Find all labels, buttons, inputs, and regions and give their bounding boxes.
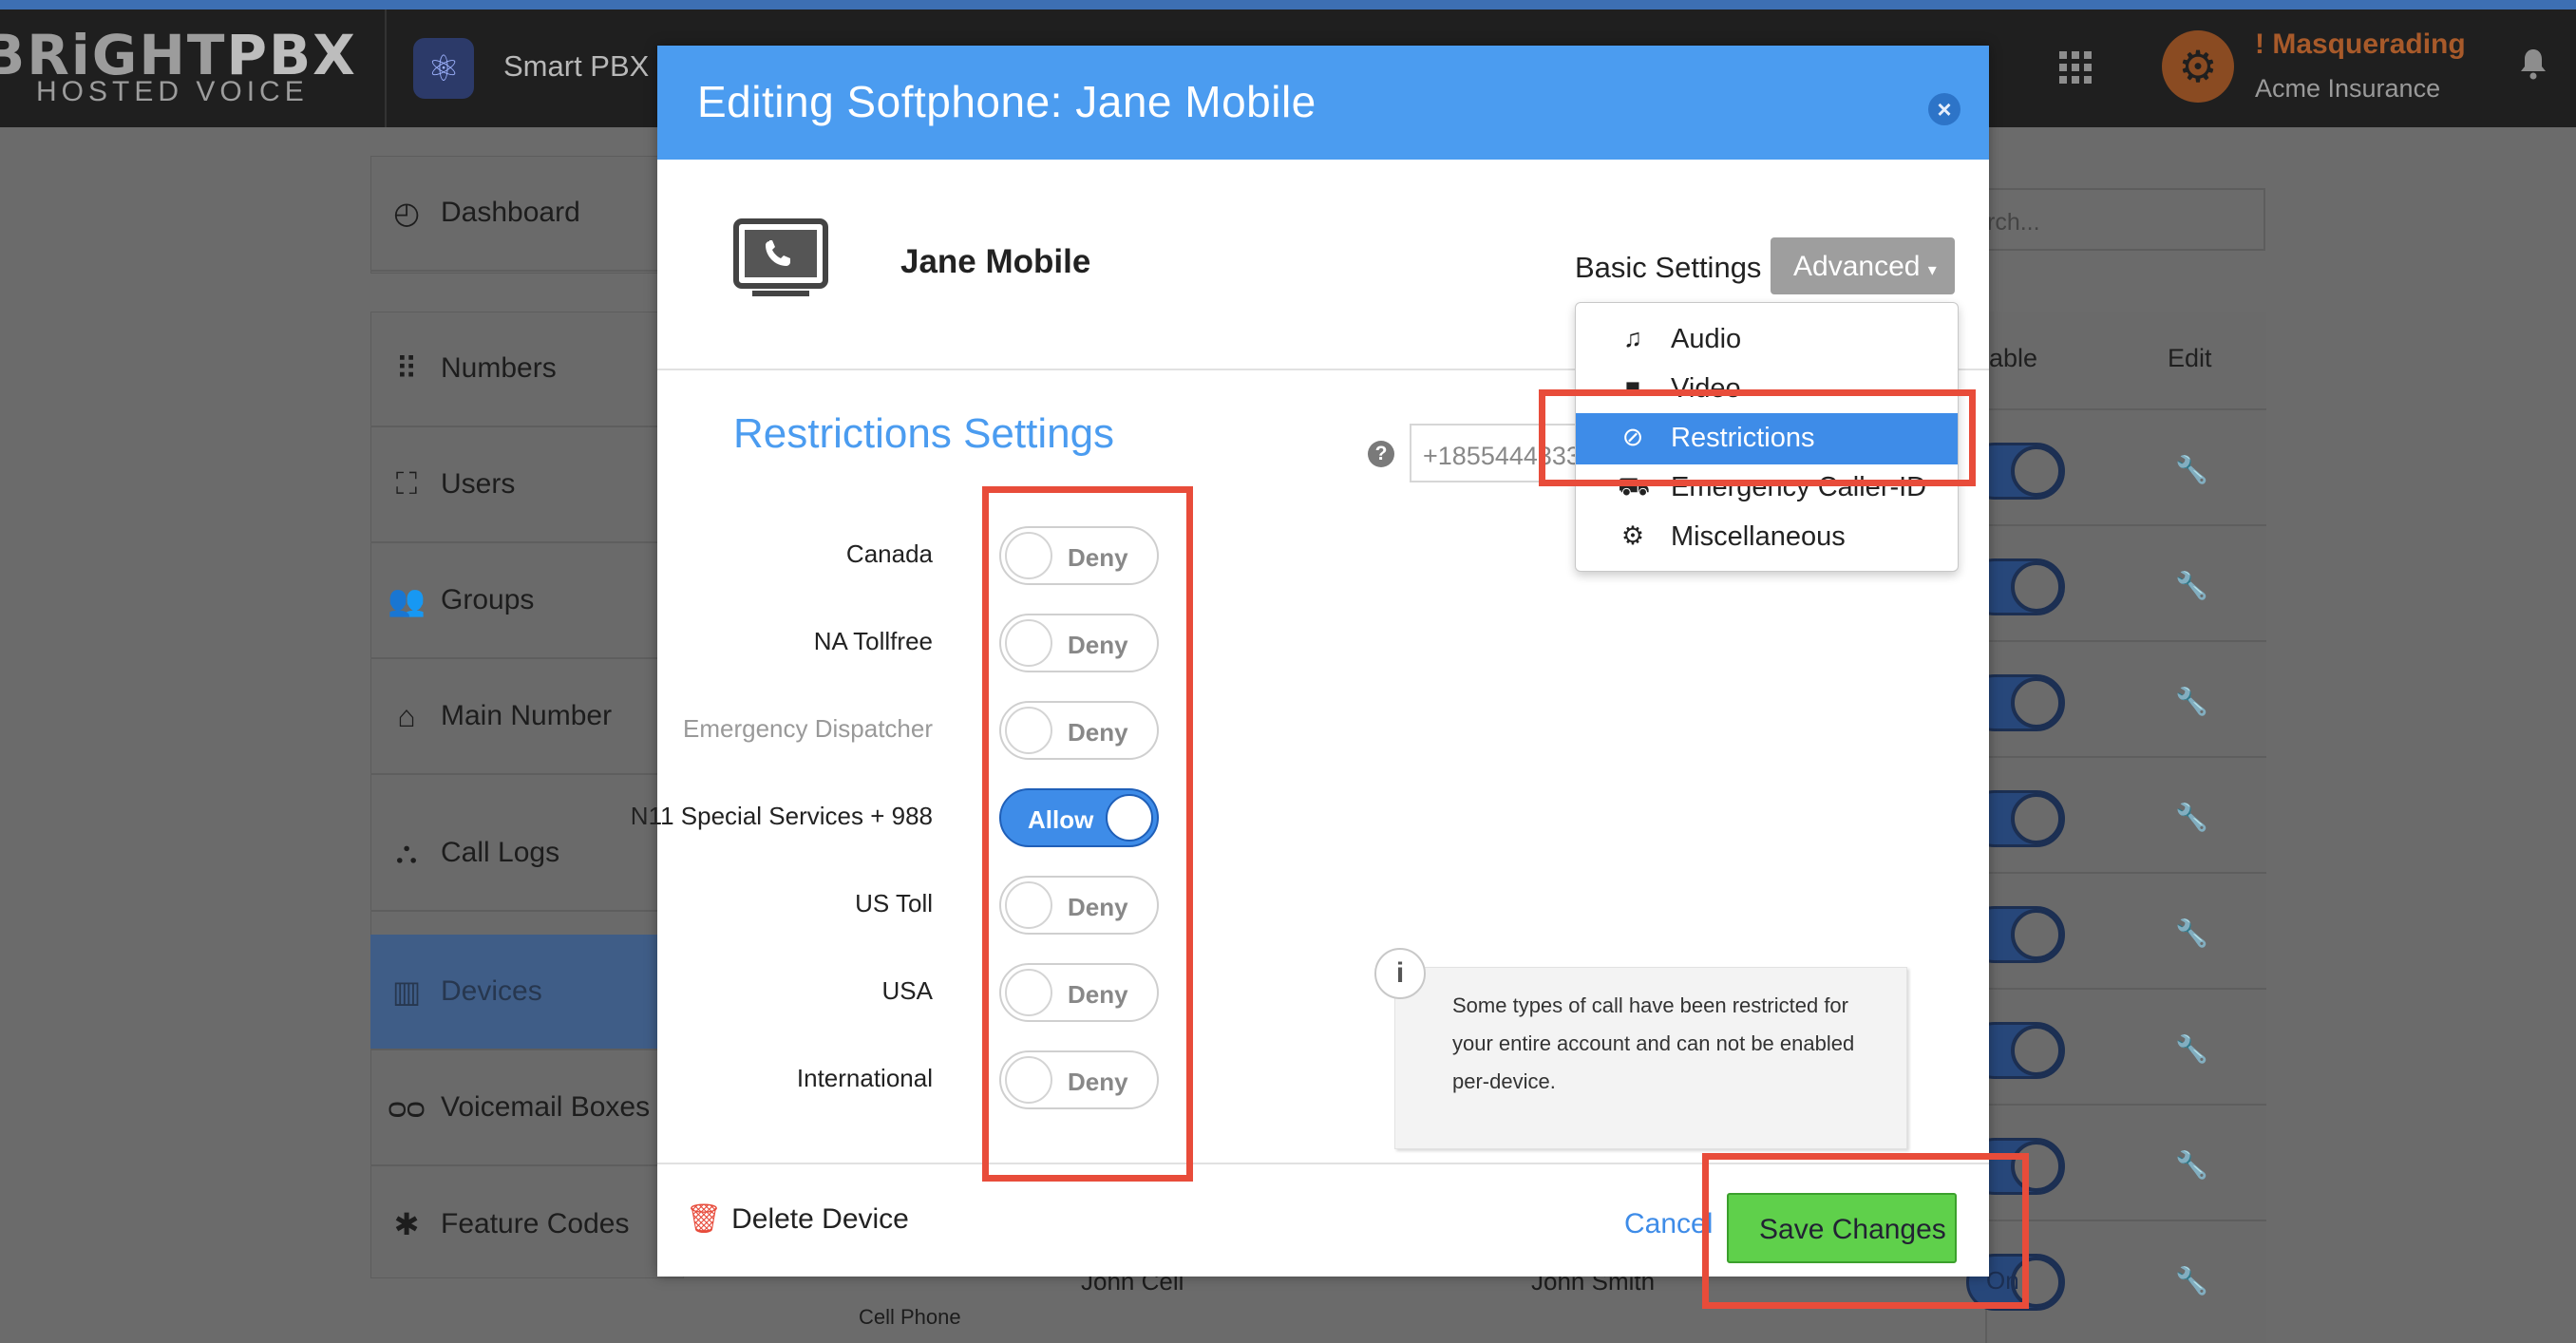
- sidebar-item-users[interactable]: ⛶ Users: [370, 427, 684, 543]
- wrench-icon[interactable]: 🔧: [2175, 1033, 2208, 1064]
- menu-item-label: Audio: [1671, 324, 1742, 354]
- gauge-icon: ◴: [393, 196, 420, 230]
- apps-grid-icon[interactable]: [2059, 51, 2092, 84]
- music-note-icon: ♫: [1622, 324, 1643, 352]
- table-row-divider: [1985, 640, 2266, 642]
- caret-down-icon: ▾: [1927, 260, 1937, 279]
- table-row-divider: [1985, 408, 2266, 410]
- edit-device-modal: Editing Softphone: Jane Mobile × Jane Mo…: [631, 46, 1989, 1277]
- delete-device-label: Delete Device: [731, 1203, 909, 1235]
- gear-icon[interactable]: ⚙: [2162, 30, 2234, 103]
- top-accent-stripe: [0, 0, 2576, 9]
- grid-icon: ⠿: [395, 351, 418, 386]
- bell-icon[interactable]: [2519, 47, 2548, 80]
- table-row-divider: [1985, 988, 2266, 990]
- menu-item-miscellaneous[interactable]: ⚙ Miscellaneous: [1576, 512, 1958, 563]
- atom-icon[interactable]: ⚛: [413, 38, 474, 99]
- sidebar-item-numbers[interactable]: ⠿ Numbers: [370, 312, 684, 427]
- voicemail-icon: ᴑᴑ: [388, 1089, 426, 1125]
- restriction-label-us-toll: US Toll: [855, 889, 933, 917]
- cancel-button[interactable]: Cancel: [1624, 1208, 1713, 1240]
- highlight-restriction-toggles: [982, 486, 1193, 1182]
- wrench-icon[interactable]: 🔧: [2175, 686, 2208, 716]
- wrench-icon[interactable]: 🔧: [2175, 1149, 2208, 1180]
- sidebar-item-label: Call Logs: [441, 837, 560, 868]
- close-icon[interactable]: ×: [1928, 93, 1960, 125]
- table-row-divider: [1985, 524, 2266, 526]
- restriction-label-na-tollfree: NA Tollfree: [813, 627, 933, 655]
- asterisk-icon: ✱: [393, 1207, 420, 1241]
- restriction-label-usa: USA: [881, 976, 933, 1005]
- advanced-dropdown-button[interactable]: Advanced ▾: [1771, 237, 1955, 294]
- topbar-divider: [385, 9, 387, 127]
- device-name: Jane Mobile: [900, 243, 1091, 280]
- sidebar-item-label: Numbers: [441, 352, 557, 384]
- users-icon: ⛶: [395, 466, 418, 501]
- column-header-enable: able: [1989, 344, 2038, 372]
- softphone-icon: [733, 218, 828, 296]
- sidebar-item-label: Groups: [441, 584, 535, 615]
- wrench-icon[interactable]: 🔧: [2175, 1265, 2208, 1296]
- highlight-save-button: [1702, 1153, 2029, 1309]
- table-row-divider: [1985, 872, 2266, 874]
- info-text: Some types of call have been restricted …: [1452, 993, 1855, 1093]
- advanced-label: Advanced: [1793, 251, 1921, 282]
- section-title: Restrictions Settings: [733, 410, 1115, 457]
- delete-device-button[interactable]: 🗑 Delete Device: [686, 1202, 909, 1236]
- sidebar-item-label: Voicemail Boxes: [441, 1091, 651, 1123]
- app-name[interactable]: Smart PBX: [503, 49, 649, 84]
- menu-item-label: Miscellaneous: [1671, 521, 1846, 552]
- wrench-icon[interactable]: 🔧: [2175, 802, 2208, 832]
- modal-title: Editing Softphone: Jane Mobile: [697, 77, 1316, 126]
- sidebar-item-label: Feature Codes: [441, 1208, 630, 1239]
- device-type-label: Cell Phone: [859, 1305, 961, 1329]
- restriction-label-canada: Canada: [845, 539, 933, 568]
- sidebar-item-feature-codes[interactable]: ✱ Feature Codes: [370, 1166, 684, 1282]
- sidebar-item-label: Users: [441, 468, 516, 500]
- logo-tagline: HOSTED VOICE: [36, 76, 309, 107]
- network-icon: ⛬: [395, 835, 418, 869]
- highlight-restrictions-menu-item: [1539, 389, 1976, 486]
- cogs-icon: ⚙: [1620, 521, 1645, 550]
- sidebar-item-dashboard[interactable]: ◴ Dashboard: [370, 156, 684, 272]
- device-search-input[interactable]: rch...: [1976, 188, 2265, 251]
- table-row-divider: [1985, 756, 2266, 758]
- menu-item-audio[interactable]: ♫ Audio: [1576, 314, 1958, 366]
- restriction-label-emergency-dispatcher: Emergency Dispatcher: [683, 714, 933, 743]
- wrench-icon[interactable]: 🔧: [2175, 570, 2208, 600]
- info-icon: i: [1374, 948, 1426, 999]
- masquerading-label[interactable]: ! Masquerading: [2255, 28, 2466, 61]
- account-name: Acme Insurance: [2255, 74, 2441, 103]
- wrench-icon[interactable]: 🔧: [2175, 917, 2208, 948]
- trash-icon: 🗑: [686, 1203, 723, 1235]
- group-icon: 👥: [388, 583, 426, 617]
- table-row-divider: [1985, 1104, 2266, 1106]
- help-icon[interactable]: ?: [1368, 441, 1394, 467]
- brand-logo[interactable]: BRiGHTPBX HOSTED VOICE: [0, 21, 385, 116]
- column-header-edit: Edit: [2168, 344, 2212, 372]
- restriction-label-international: International: [796, 1064, 933, 1092]
- restriction-info-note: Some types of call have been restricted …: [1394, 967, 1907, 1149]
- sidebar-item-label: Dashboard: [441, 197, 580, 228]
- modal-header: Editing Softphone: Jane Mobile ×: [657, 46, 1989, 160]
- wrench-icon[interactable]: 🔧: [2175, 454, 2208, 484]
- restriction-label-n11: N11 Special Services + 988: [630, 802, 933, 830]
- basic-settings-link[interactable]: Basic Settings: [1575, 251, 1761, 285]
